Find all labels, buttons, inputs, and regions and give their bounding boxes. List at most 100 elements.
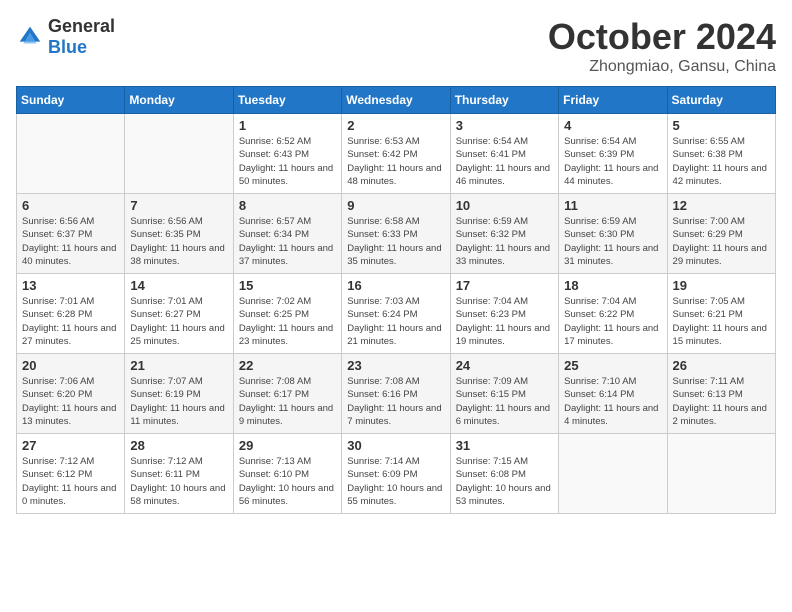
logo-blue: Blue <box>48 37 87 57</box>
day-number: 9 <box>347 198 444 213</box>
logo-general: General <box>48 16 115 36</box>
calendar-cell: 31 Sunrise: 7:15 AM Sunset: 6:08 PM Dayli… <box>450 434 558 514</box>
day-info: Sunrise: 6:54 AM Sunset: 6:39 PM Dayligh… <box>564 135 661 188</box>
weekday-header-cell: Tuesday <box>233 87 341 114</box>
day-number: 28 <box>130 438 227 453</box>
day-info: Sunrise: 7:06 AM Sunset: 6:20 PM Dayligh… <box>22 375 119 428</box>
calendar-cell <box>559 434 667 514</box>
day-number: 16 <box>347 278 444 293</box>
day-number: 7 <box>130 198 227 213</box>
day-info: Sunrise: 7:09 AM Sunset: 6:15 PM Dayligh… <box>456 375 553 428</box>
calendar-week-row: 27 Sunrise: 7:12 AM Sunset: 6:12 PM Dayli… <box>17 434 776 514</box>
calendar-cell: 5 Sunrise: 6:55 AM Sunset: 6:38 PM Daylig… <box>667 114 775 194</box>
calendar-cell: 10 Sunrise: 6:59 AM Sunset: 6:32 PM Dayli… <box>450 194 558 274</box>
calendar-cell: 20 Sunrise: 7:06 AM Sunset: 6:20 PM Dayli… <box>17 354 125 434</box>
day-info: Sunrise: 7:03 AM Sunset: 6:24 PM Dayligh… <box>347 295 444 348</box>
day-info: Sunrise: 6:53 AM Sunset: 6:42 PM Dayligh… <box>347 135 444 188</box>
month-title: October 2024 <box>548 16 776 58</box>
day-number: 13 <box>22 278 119 293</box>
day-number: 29 <box>239 438 336 453</box>
day-info: Sunrise: 7:04 AM Sunset: 6:23 PM Dayligh… <box>456 295 553 348</box>
weekday-header-cell: Sunday <box>17 87 125 114</box>
calendar-cell: 3 Sunrise: 6:54 AM Sunset: 6:41 PM Daylig… <box>450 114 558 194</box>
calendar-cell: 13 Sunrise: 7:01 AM Sunset: 6:28 PM Dayli… <box>17 274 125 354</box>
day-info: Sunrise: 7:07 AM Sunset: 6:19 PM Dayligh… <box>130 375 227 428</box>
calendar-cell: 11 Sunrise: 6:59 AM Sunset: 6:30 PM Dayli… <box>559 194 667 274</box>
page-header: General Blue October 2024 Zhongmiao, Gan… <box>16 16 776 76</box>
calendar-cell: 25Sunrise: 7:10 AM Sunset: 6:14 PM Dayli… <box>559 354 667 434</box>
day-info: Sunrise: 6:56 AM Sunset: 6:35 PM Dayligh… <box>130 215 227 268</box>
calendar-week-row: 13 Sunrise: 7:01 AM Sunset: 6:28 PM Dayli… <box>17 274 776 354</box>
day-info: Sunrise: 7:11 AM Sunset: 6:13 PM Dayligh… <box>673 375 770 428</box>
day-info: Sunrise: 7:04 AM Sunset: 6:22 PM Dayligh… <box>564 295 661 348</box>
logo-text: General Blue <box>48 16 115 58</box>
logo-icon <box>16 23 44 51</box>
calendar-cell: 29Sunrise: 7:13 AM Sunset: 6:10 PM Dayli… <box>233 434 341 514</box>
calendar-cell: 24 Sunrise: 7:09 AM Sunset: 6:15 PM Dayli… <box>450 354 558 434</box>
day-number: 31 <box>456 438 553 453</box>
calendar-cell <box>125 114 233 194</box>
day-number: 19 <box>673 278 770 293</box>
day-number: 24 <box>456 358 553 373</box>
weekday-header-cell: Friday <box>559 87 667 114</box>
day-info: Sunrise: 6:54 AM Sunset: 6:41 PM Dayligh… <box>456 135 553 188</box>
weekday-header-cell: Monday <box>125 87 233 114</box>
calendar-cell: 30 Sunrise: 7:14 AM Sunset: 6:09 PM Dayli… <box>342 434 450 514</box>
calendar-cell: 1Sunrise: 6:52 AM Sunset: 6:43 PM Daylig… <box>233 114 341 194</box>
day-number: 4 <box>564 118 661 133</box>
day-info: Sunrise: 6:58 AM Sunset: 6:33 PM Dayligh… <box>347 215 444 268</box>
calendar-cell: 19Sunrise: 7:05 AM Sunset: 6:21 PM Dayli… <box>667 274 775 354</box>
calendar-cell: 28 Sunrise: 7:12 AM Sunset: 6:11 PM Dayli… <box>125 434 233 514</box>
day-number: 20 <box>22 358 119 373</box>
day-info: Sunrise: 7:12 AM Sunset: 6:12 PM Dayligh… <box>22 455 119 508</box>
calendar-cell: 27 Sunrise: 7:12 AM Sunset: 6:12 PM Dayli… <box>17 434 125 514</box>
calendar-cell: 2 Sunrise: 6:53 AM Sunset: 6:42 PM Daylig… <box>342 114 450 194</box>
day-number: 10 <box>456 198 553 213</box>
title-block: October 2024 Zhongmiao, Gansu, China <box>548 16 776 76</box>
day-number: 17 <box>456 278 553 293</box>
calendar-cell: 23Sunrise: 7:08 AM Sunset: 6:16 PM Dayli… <box>342 354 450 434</box>
day-info: Sunrise: 7:01 AM Sunset: 6:27 PM Dayligh… <box>130 295 227 348</box>
day-info: Sunrise: 7:08 AM Sunset: 6:16 PM Dayligh… <box>347 375 444 428</box>
calendar-cell: 12Sunrise: 7:00 AM Sunset: 6:29 PM Dayli… <box>667 194 775 274</box>
day-number: 6 <box>22 198 119 213</box>
calendar-week-row: 1Sunrise: 6:52 AM Sunset: 6:43 PM Daylig… <box>17 114 776 194</box>
calendar-cell: 17 Sunrise: 7:04 AM Sunset: 6:23 PM Dayli… <box>450 274 558 354</box>
weekday-header-row: SundayMondayTuesdayWednesdayThursdayFrid… <box>17 87 776 114</box>
day-number: 11 <box>564 198 661 213</box>
day-number: 30 <box>347 438 444 453</box>
day-number: 1 <box>239 118 336 133</box>
day-info: Sunrise: 7:01 AM Sunset: 6:28 PM Dayligh… <box>22 295 119 348</box>
day-number: 15 <box>239 278 336 293</box>
day-info: Sunrise: 7:12 AM Sunset: 6:11 PM Dayligh… <box>130 455 227 508</box>
day-info: Sunrise: 7:14 AM Sunset: 6:09 PM Dayligh… <box>347 455 444 508</box>
day-number: 3 <box>456 118 553 133</box>
calendar-week-row: 6 Sunrise: 6:56 AM Sunset: 6:37 PM Daylig… <box>17 194 776 274</box>
day-info: Sunrise: 7:10 AM Sunset: 6:14 PM Dayligh… <box>564 375 661 428</box>
calendar-cell: 16 Sunrise: 7:03 AM Sunset: 6:24 PM Dayli… <box>342 274 450 354</box>
day-number: 22 <box>239 358 336 373</box>
day-number: 2 <box>347 118 444 133</box>
calendar-cell <box>667 434 775 514</box>
day-info: Sunrise: 6:59 AM Sunset: 6:30 PM Dayligh… <box>564 215 661 268</box>
calendar-cell: 14Sunrise: 7:01 AM Sunset: 6:27 PM Dayli… <box>125 274 233 354</box>
weekday-header-cell: Saturday <box>667 87 775 114</box>
calendar-cell: 26Sunrise: 7:11 AM Sunset: 6:13 PM Dayli… <box>667 354 775 434</box>
day-info: Sunrise: 6:59 AM Sunset: 6:32 PM Dayligh… <box>456 215 553 268</box>
day-info: Sunrise: 7:08 AM Sunset: 6:17 PM Dayligh… <box>239 375 336 428</box>
weekday-header-cell: Wednesday <box>342 87 450 114</box>
calendar-week-row: 20 Sunrise: 7:06 AM Sunset: 6:20 PM Dayli… <box>17 354 776 434</box>
day-number: 21 <box>130 358 227 373</box>
calendar-table: SundayMondayTuesdayWednesdayThursdayFrid… <box>16 86 776 514</box>
day-number: 18 <box>564 278 661 293</box>
day-number: 5 <box>673 118 770 133</box>
day-info: Sunrise: 7:00 AM Sunset: 6:29 PM Dayligh… <box>673 215 770 268</box>
day-info: Sunrise: 6:55 AM Sunset: 6:38 PM Dayligh… <box>673 135 770 188</box>
day-info: Sunrise: 7:02 AM Sunset: 6:25 PM Dayligh… <box>239 295 336 348</box>
day-number: 27 <box>22 438 119 453</box>
day-info: Sunrise: 7:15 AM Sunset: 6:08 PM Dayligh… <box>456 455 553 508</box>
calendar-cell: 7 Sunrise: 6:56 AM Sunset: 6:35 PM Daylig… <box>125 194 233 274</box>
calendar-body: 1Sunrise: 6:52 AM Sunset: 6:43 PM Daylig… <box>17 114 776 514</box>
calendar-cell: 21 Sunrise: 7:07 AM Sunset: 6:19 PM Dayli… <box>125 354 233 434</box>
day-info: Sunrise: 6:56 AM Sunset: 6:37 PM Dayligh… <box>22 215 119 268</box>
